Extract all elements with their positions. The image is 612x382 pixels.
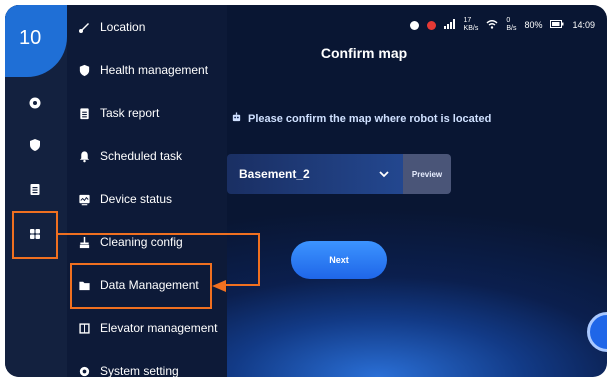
- location-icon: [77, 20, 91, 34]
- record-icon: [409, 20, 419, 30]
- map-select[interactable]: Basement_2: [227, 154, 403, 194]
- menu-item-label: Task report: [100, 106, 160, 120]
- battery-percent: 80%: [524, 20, 543, 30]
- menu-item-cleaning-config[interactable]: Cleaning config: [77, 235, 183, 249]
- highlight-data-management: [70, 263, 212, 309]
- alert-icon: [426, 20, 436, 30]
- status-bar: 17 KB/s 0 B/s 80% 14:09: [409, 17, 595, 33]
- menu-item-label: System setting: [100, 364, 179, 377]
- elevator-icon: [77, 321, 91, 335]
- menu-item-label: Location: [100, 20, 146, 34]
- menu-item-label: Health management: [100, 63, 209, 77]
- clock: 14:09: [572, 20, 595, 30]
- app-screen: 10 Location Health management Task repor…: [5, 5, 607, 377]
- shield-icon[interactable]: [27, 137, 43, 153]
- connector-line: [58, 233, 260, 235]
- signal-icon: [443, 19, 456, 31]
- chevron-down-icon: [379, 170, 389, 178]
- menu-item-scheduled-task[interactable]: Scheduled task: [77, 149, 182, 163]
- menu-item-elevator-management[interactable]: Elevator management: [77, 321, 217, 335]
- step-badge: 10: [5, 5, 67, 77]
- bell-icon: [77, 149, 91, 163]
- preview-button[interactable]: Preview: [403, 154, 451, 194]
- clipboard-icon: [77, 106, 91, 120]
- menu-item-location[interactable]: Location: [77, 20, 145, 34]
- step-number: 10: [19, 27, 42, 49]
- menu-item-task-report[interactable]: Task report: [77, 106, 159, 120]
- menu-item-device-status[interactable]: Device status: [77, 192, 172, 206]
- wifi-icon: [486, 19, 498, 31]
- broom-icon: [77, 235, 91, 249]
- location-pin-icon[interactable]: [27, 95, 43, 111]
- highlight-grid-icon: [12, 211, 58, 259]
- upload-speed-unit: KB/s: [463, 25, 479, 32]
- connector-line: [258, 233, 260, 286]
- arrowhead-icon: [212, 279, 226, 297]
- page-title: Confirm map: [320, 45, 408, 61]
- monitor-icon: [77, 192, 91, 206]
- gear-icon: [77, 364, 91, 377]
- side-menu: Location Health management Task report S…: [67, 5, 227, 377]
- menu-item-label: Device status: [100, 192, 173, 206]
- connector-line: [226, 284, 260, 286]
- menu-item-label: Scheduled task: [100, 149, 183, 163]
- battery-icon: [550, 20, 564, 30]
- next-button[interactable]: Next: [291, 241, 387, 279]
- map-prompt: Please confirm the map where robot is lo…: [231, 112, 491, 126]
- icon-rail: 10: [5, 5, 67, 377]
- clipboard-icon[interactable]: [27, 181, 43, 197]
- floating-menu-button[interactable]: [587, 312, 607, 352]
- shield-icon: [77, 63, 91, 77]
- download-speed: 0: [506, 17, 511, 24]
- prompt-text: Please confirm the map where robot is lo…: [248, 113, 492, 125]
- menu-item-label: Cleaning config: [100, 235, 183, 249]
- download-speed-unit: B/s: [506, 25, 517, 32]
- upload-speed: 17: [463, 17, 472, 24]
- menu-item-label: Elevator management: [100, 321, 218, 335]
- selected-map: Basement_2: [239, 167, 310, 181]
- menu-item-health-management[interactable]: Health management: [77, 63, 208, 77]
- robot-icon: [231, 112, 242, 126]
- menu-item-system-setting[interactable]: System setting: [77, 364, 179, 377]
